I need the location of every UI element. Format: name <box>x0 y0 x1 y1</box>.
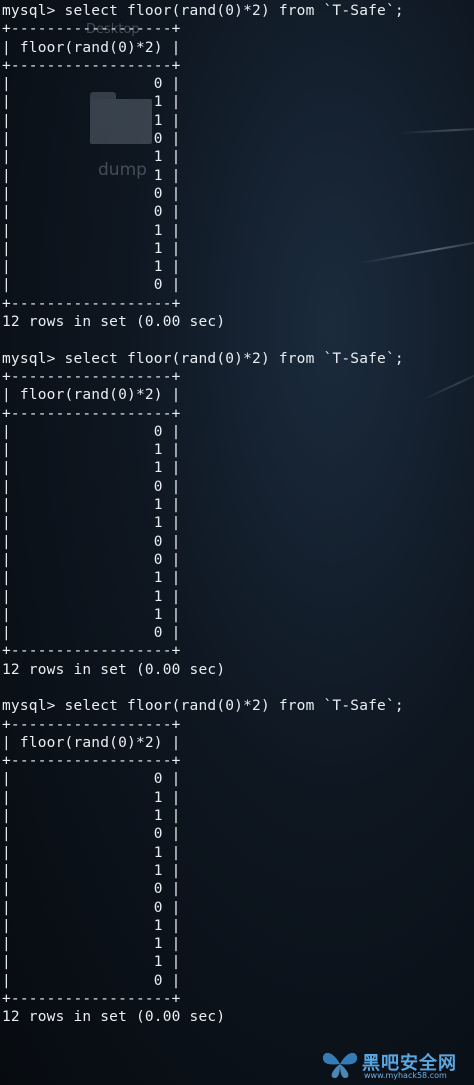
table-row: | 1 | <box>2 240 181 257</box>
table-row: | 0 | <box>2 625 181 642</box>
table-row: | 0 | <box>2 131 181 148</box>
table-row: | 0 | <box>2 185 181 202</box>
table-row: | 1 | <box>2 954 181 971</box>
table-row: | 0 | <box>2 533 181 550</box>
watermark-url: www.myhack58.com <box>364 1071 447 1080</box>
query-block: mysql> select floor(rand(0)*2) from `T-S… <box>2 2 472 350</box>
table-row: | 1 | <box>2 808 181 825</box>
table-row: | 0 | <box>2 478 181 495</box>
table-row: | 1 | <box>2 259 181 276</box>
table-row: | 1 | <box>2 460 181 477</box>
table-border: +------------------+ <box>2 991 181 1008</box>
command-prompt-line: mysql> select floor(rand(0)*2) from `T-S… <box>2 698 404 715</box>
table-row: | 1 | <box>2 917 181 934</box>
table-row: | 0 | <box>2 771 181 788</box>
table-row: | 1 | <box>2 497 181 514</box>
table-row: | 1 | <box>2 515 181 532</box>
table-row: | 0 | <box>2 76 181 93</box>
table-row: | 1 | <box>2 112 181 129</box>
command-prompt-line: mysql> select floor(rand(0)*2) from `T-S… <box>2 3 404 19</box>
command-prompt-line: mysql> select floor(rand(0)*2) from `T-S… <box>2 350 404 367</box>
query-block: mysql> select floor(rand(0)*2) from `T-S… <box>2 697 472 1026</box>
table-row: | 0 | <box>2 972 181 989</box>
table-row: | 0 | <box>2 204 181 221</box>
table-border: +------------------+ <box>2 295 181 312</box>
table-row: | 0 | <box>2 826 181 843</box>
table-row: | 1 | <box>2 606 181 623</box>
result-summary: 12 rows in set (0.00 sec) <box>2 314 226 331</box>
table-row: | 0 | <box>2 277 181 294</box>
table-row: | 1 | <box>2 844 181 861</box>
query-block: mysql> select floor(rand(0)*2) from `T-S… <box>2 350 472 698</box>
table-row: | 1 | <box>2 936 181 953</box>
table-border: +------------------+ <box>2 716 181 733</box>
table-row: | 1 | <box>2 442 181 459</box>
butterfly-logo-icon <box>322 1052 358 1078</box>
table-row: | 0 | <box>2 899 181 916</box>
table-header: | floor(rand(0)*2) | <box>2 39 181 56</box>
table-row: | 1 | <box>2 789 181 806</box>
table-row: | 0 | <box>2 423 181 440</box>
watermark: 黑吧安全网 www.myhack58.com <box>320 1047 470 1081</box>
result-summary: 12 rows in set (0.00 sec) <box>2 661 226 678</box>
table-border: +------------------+ <box>2 21 181 38</box>
table-header: | floor(rand(0)*2) | <box>2 734 181 751</box>
table-row: | 1 | <box>2 222 181 239</box>
table-row: | 1 | <box>2 149 181 166</box>
table-row: | 1 | <box>2 862 181 879</box>
table-row: | 1 | <box>2 167 181 184</box>
result-summary: 12 rows in set (0.00 sec) <box>2 1009 226 1026</box>
table-row: | 0 | <box>2 551 181 568</box>
table-border: +------------------+ <box>2 643 181 660</box>
table-border: +------------------+ <box>2 368 181 385</box>
table-row: | 1 | <box>2 94 181 111</box>
table-row: | 1 | <box>2 588 181 605</box>
table-header: | floor(rand(0)*2) | <box>2 387 181 404</box>
table-border: +------------------+ <box>2 753 181 770</box>
table-row: | 1 | <box>2 570 181 587</box>
table-border: +------------------+ <box>2 57 181 74</box>
table-border: +------------------+ <box>2 405 181 422</box>
terminal-output[interactable]: mysql> select floor(rand(0)*2) from `T-S… <box>2 2 472 1027</box>
table-row: | 0 | <box>2 881 181 898</box>
